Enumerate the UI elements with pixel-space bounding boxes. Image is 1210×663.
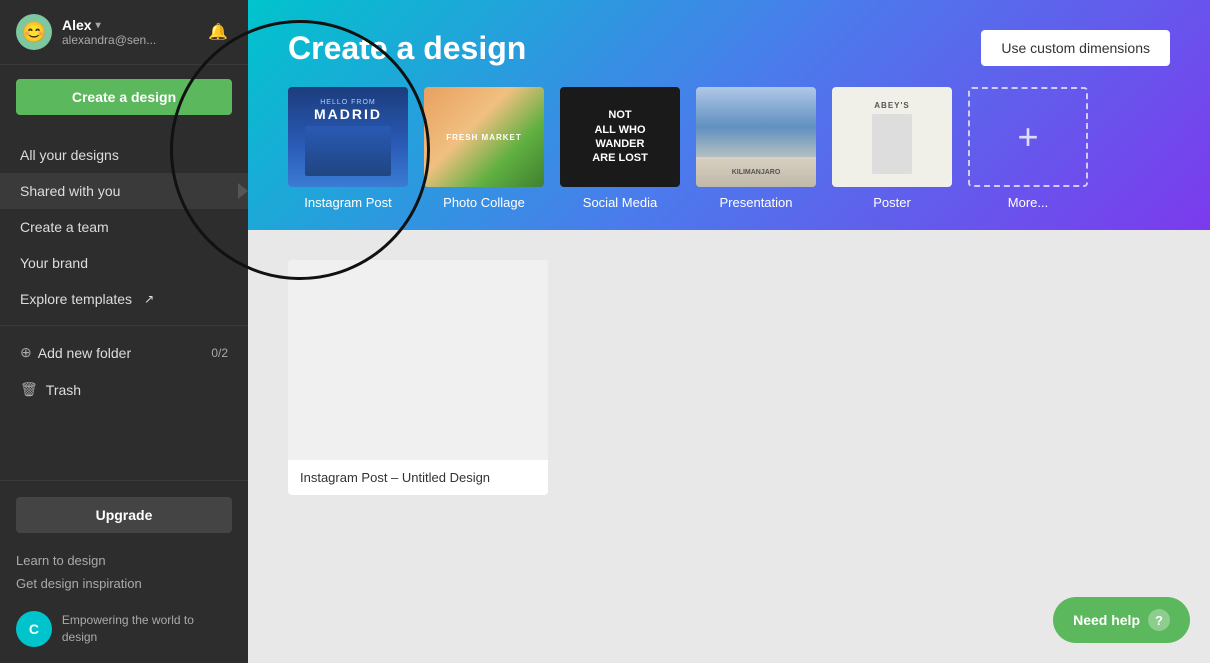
design-item[interactable]: Instagram Post – Untitled Design	[288, 260, 548, 495]
poster-label: Poster	[873, 195, 911, 210]
all-designs-label: All your designs	[20, 147, 119, 163]
help-label: Need help	[1073, 612, 1140, 628]
instagram-thumbnail: HELLO FROM MADRID	[288, 87, 408, 187]
main-content: Create a design Use custom dimensions HE…	[248, 0, 1210, 663]
sidebar-item-trash[interactable]: 🗑 Trash	[0, 371, 248, 408]
avatar: 😊	[16, 14, 52, 50]
custom-dimensions-button[interactable]: Use custom dimensions	[981, 30, 1170, 66]
design-item-label: Instagram Post – Untitled Design	[288, 460, 548, 495]
shared-label: Shared with you	[20, 183, 120, 199]
poster-book-image	[872, 114, 912, 174]
folder-count: 0/2	[211, 346, 228, 360]
more-plus-icon: +	[1017, 116, 1038, 158]
user-name: Alex ▾	[62, 17, 204, 33]
design-types-row: HELLO FROM MADRID Instagram Post FRESH M…	[288, 87, 1170, 210]
sidebar-item-add-folder[interactable]: ⊕ Add new folder 0/2	[0, 334, 248, 371]
design-card-instagram[interactable]: HELLO FROM MADRID Instagram Post	[288, 87, 408, 210]
design-card-presentation[interactable]: KILIMANJARO Presentation	[696, 87, 816, 210]
dropdown-arrow-icon[interactable]: ▾	[96, 20, 101, 31]
hero-title: Create a design	[288, 30, 526, 67]
sidebar-header: 😊 Alex ▾ alexandra@sen... 🔔	[0, 0, 248, 65]
create-design-button[interactable]: Create a design	[16, 79, 232, 115]
your-brand-label: Your brand	[20, 255, 88, 271]
sidebar: 😊 Alex ▾ alexandra@sen... 🔔 Create a des…	[0, 0, 248, 663]
active-arrow-icon	[238, 183, 248, 199]
hero-top: Create a design Use custom dimensions	[288, 30, 1170, 67]
sidebar-item-explore-templates[interactable]: Explore templates ↗	[0, 281, 248, 317]
sidebar-item-shared[interactable]: Shared with you	[0, 173, 248, 209]
upgrade-button[interactable]: Upgrade	[16, 497, 232, 533]
hero-banner: Create a design Use custom dimensions HE…	[248, 0, 1210, 230]
social-text: NOTALL WHOWANDERARE LOST	[592, 108, 648, 165]
learn-to-design-link[interactable]: Learn to design	[16, 549, 232, 572]
get-design-inspiration-link[interactable]: Get design inspiration	[16, 572, 232, 595]
designs-grid: Instagram Post – Untitled Design	[288, 260, 1170, 495]
canva-logo: C	[16, 611, 52, 647]
help-question-icon: ?	[1148, 609, 1170, 631]
canva-tagline: Empowering the world to design	[62, 612, 232, 646]
instagram-label: Instagram Post	[304, 195, 391, 210]
help-button[interactable]: Need help ?	[1053, 597, 1190, 643]
bell-icon[interactable]: 🔔	[204, 18, 232, 46]
external-link-icon: ↗	[144, 292, 154, 306]
trash-label: Trash	[46, 382, 81, 398]
design-card-more[interactable]: + More...	[968, 87, 1088, 210]
user-info: Alex ▾ alexandra@sen...	[62, 17, 204, 47]
canva-branding: C Empowering the world to design	[16, 611, 232, 647]
social-thumbnail: NOTALL WHOWANDERARE LOST	[560, 87, 680, 187]
more-thumbnail: +	[968, 87, 1088, 187]
sidebar-item-all-designs[interactable]: All your designs	[0, 137, 248, 173]
design-card-social[interactable]: NOTALL WHOWANDERARE LOST Social Media	[560, 87, 680, 210]
presentation-label: Presentation	[720, 195, 793, 210]
explore-templates-label: Explore templates	[20, 291, 132, 307]
poster-book-title: ABEY'S	[874, 101, 909, 110]
collage-thumbnail: FRESH MARKET	[424, 87, 544, 187]
sidebar-item-your-brand[interactable]: Your brand	[0, 245, 248, 281]
footer-links: Learn to design Get design inspiration	[16, 549, 232, 595]
user-email: alexandra@sen...	[62, 33, 204, 47]
sidebar-footer: Upgrade Learn to design Get design inspi…	[0, 480, 248, 663]
more-label: More...	[1008, 195, 1048, 210]
social-label: Social Media	[583, 195, 657, 210]
sidebar-nav: All your designs Shared with you Create …	[0, 129, 248, 480]
kilimanjaro-text: KILIMANJARO	[732, 169, 781, 176]
add-folder-label: Add new folder	[38, 345, 131, 361]
create-team-label: Create a team	[20, 219, 109, 235]
add-folder-icon: ⊕	[20, 344, 32, 361]
design-card-collage[interactable]: FRESH MARKET Photo Collage	[424, 87, 544, 210]
nav-divider	[0, 325, 248, 326]
madrid-building-img	[305, 126, 391, 176]
madrid-city-text: MADRID	[314, 106, 382, 122]
presentation-thumbnail: KILIMANJARO	[696, 87, 816, 187]
design-card-poster[interactable]: ABEY'S Poster	[832, 87, 952, 210]
collage-label: Photo Collage	[443, 195, 525, 210]
sidebar-item-create-team[interactable]: Create a team	[0, 209, 248, 245]
design-item-thumbnail	[288, 260, 548, 460]
madrid-hello-text: HELLO FROM	[320, 99, 376, 106]
poster-thumbnail: ABEY'S	[832, 87, 952, 187]
trash-icon: 🗑	[20, 381, 38, 398]
